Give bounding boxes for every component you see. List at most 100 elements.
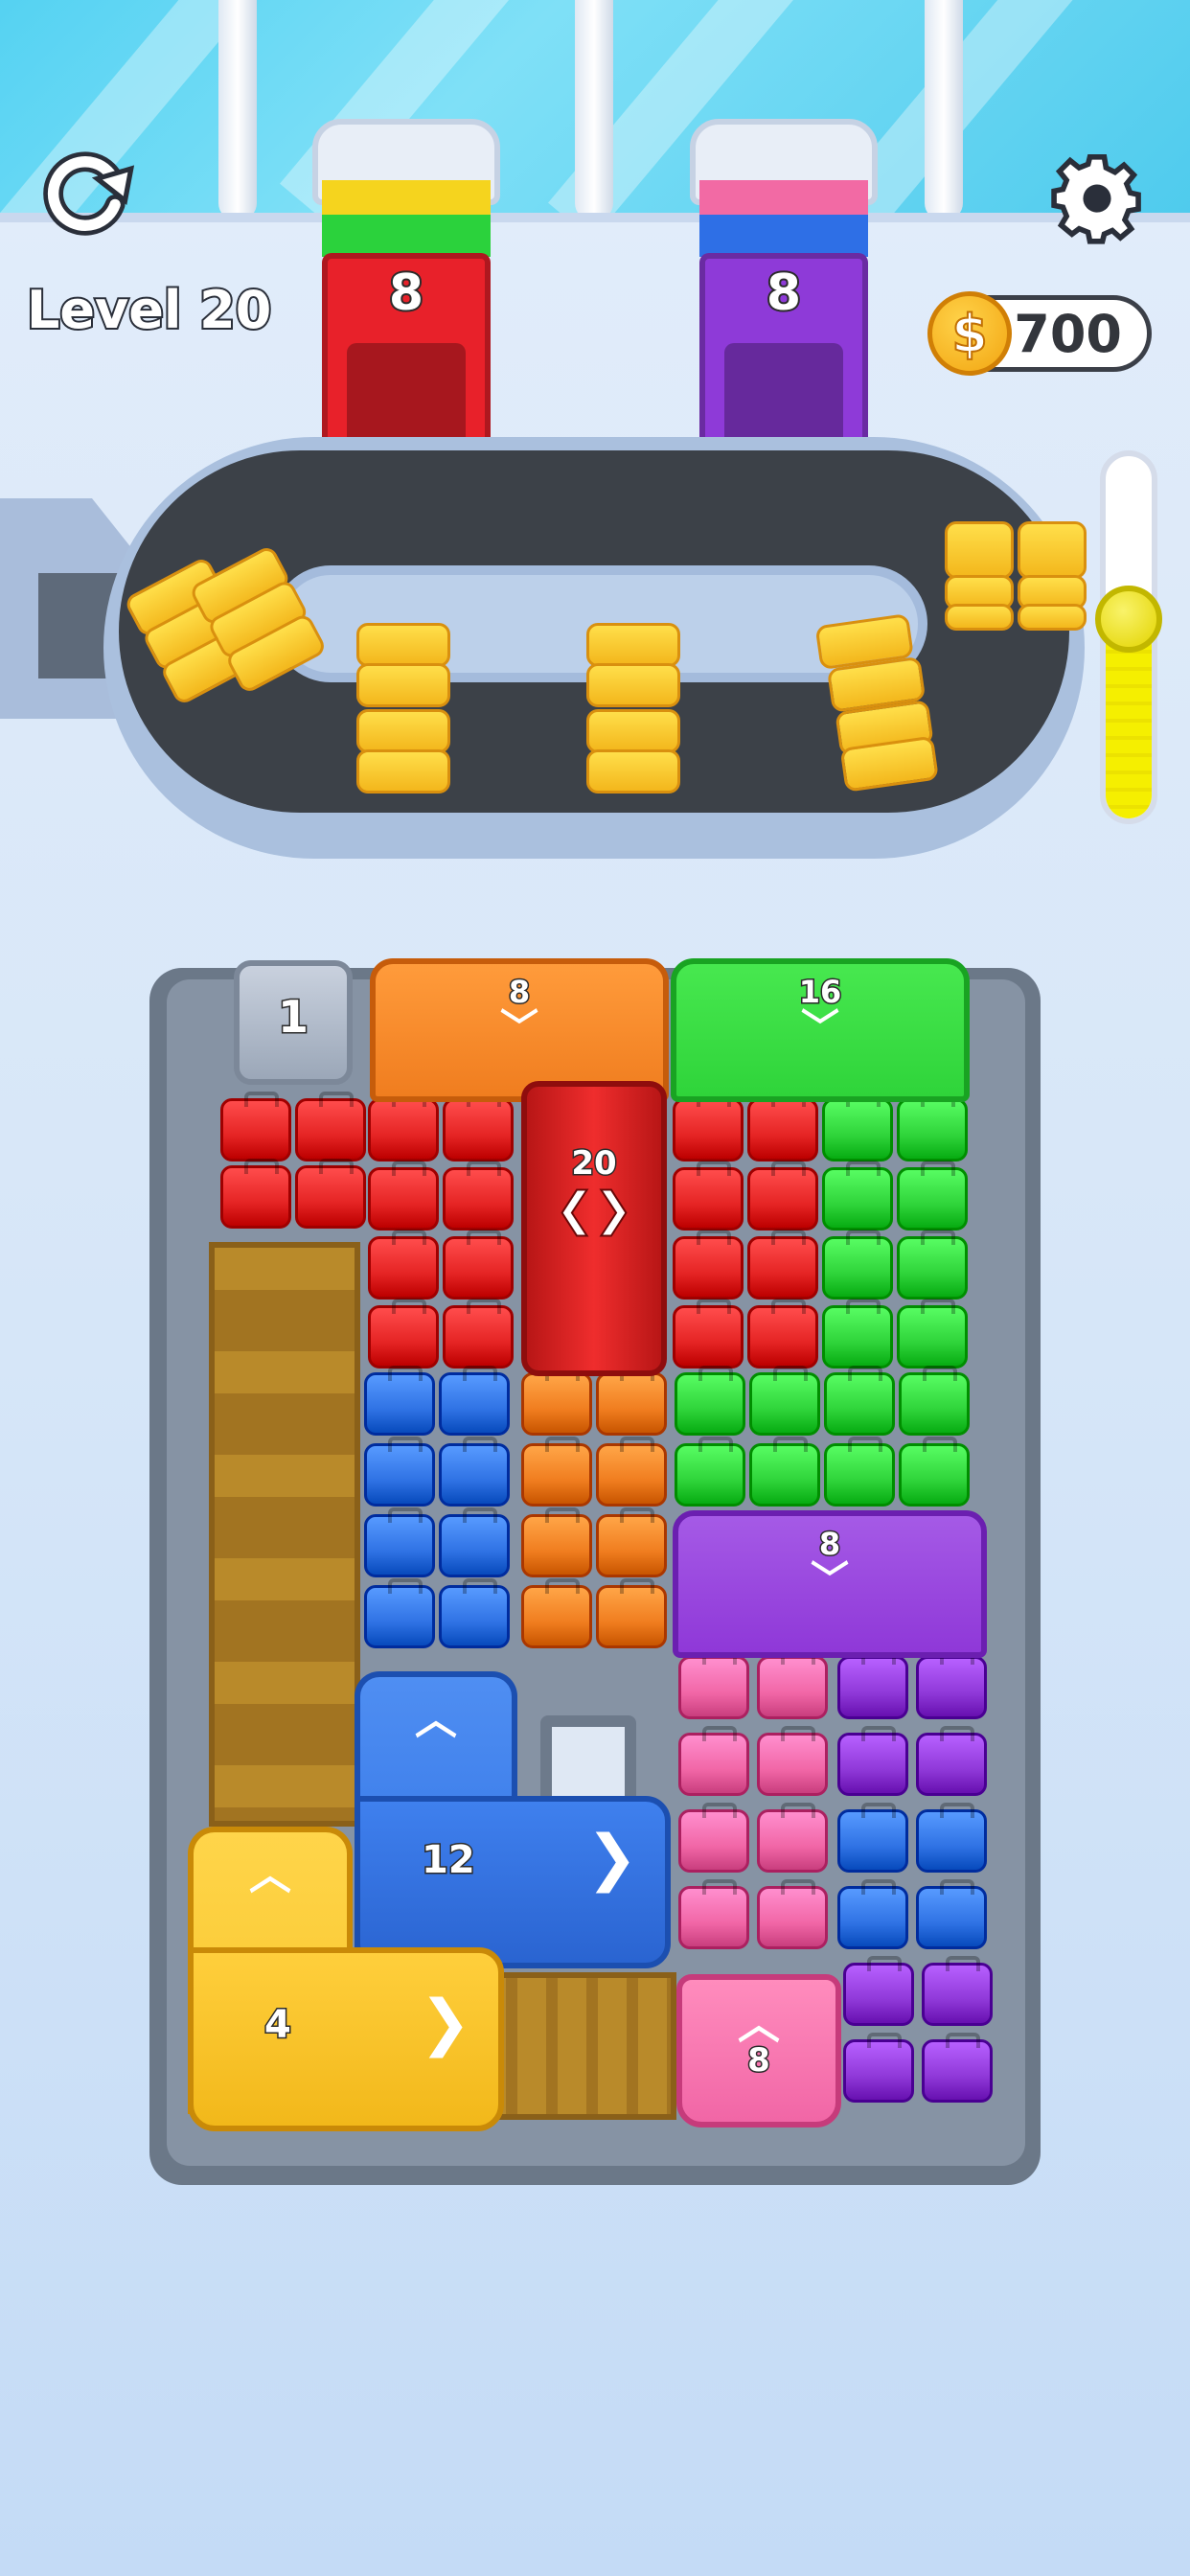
luggage-bag (824, 1437, 895, 1506)
luggage-bag (439, 1578, 510, 1648)
luggage-bag (678, 1649, 749, 1719)
coin-amount: 700 (1014, 303, 1122, 364)
luggage-bag (443, 1230, 514, 1300)
progress-knob (1095, 585, 1162, 653)
red-bus-block[interactable]: 20 ❮❯ (521, 1081, 667, 1376)
luggage-bag (757, 1726, 828, 1796)
dispenser-red: 8 (312, 119, 500, 454)
luggage-bag (521, 1507, 592, 1577)
luggage-bag (443, 1299, 514, 1368)
chevron-up-icon: ︿ (415, 1695, 457, 1744)
dispenser-gate: 8 (322, 253, 491, 454)
yellow-l-block-base[interactable]: 4 ❯ (188, 1947, 504, 2131)
luggage-bag (757, 1879, 828, 1949)
dispenser-count: 8 (765, 263, 803, 324)
luggage-bag (439, 1507, 510, 1577)
luggage-bag (368, 1161, 439, 1230)
luggage-bag (922, 1956, 993, 2026)
luggage-bag (747, 1092, 818, 1162)
luggage-bag (439, 1366, 510, 1436)
level-label: Level 20 (25, 278, 273, 342)
luggage-bag (220, 1092, 291, 1162)
chevron-right-icon: ❯ (420, 1988, 471, 2058)
luggage-bag (368, 1299, 439, 1368)
luggage-bag (596, 1578, 667, 1648)
block-count: 20 (570, 1143, 618, 1184)
luggage-bag (596, 1507, 667, 1577)
chevron-left-right-icon: ❮❯ (555, 1182, 633, 1237)
luggage-bag (916, 1726, 987, 1796)
block-count: 8 (746, 2040, 772, 2082)
luggage-bag (220, 1159, 291, 1229)
luggage-bag (916, 1879, 987, 1949)
purple-gate-block[interactable]: 8 ﹀ (673, 1510, 987, 1658)
blue-l-block-base[interactable]: 12 ❯ (355, 1796, 671, 1968)
luggage-bag (897, 1092, 968, 1162)
luggage-bag (824, 1366, 895, 1436)
luggage-bag (897, 1299, 968, 1368)
luggage-bag (843, 2033, 914, 2103)
dispenser-band (699, 215, 868, 257)
luggage-bag (822, 1161, 893, 1230)
dispenser-gate: 8 (699, 253, 868, 454)
restart-icon (43, 151, 135, 236)
luggage-bag (916, 1803, 987, 1873)
block-count: 12 (421, 1837, 477, 1884)
luggage-bag (837, 1879, 908, 1949)
luggage-bag (364, 1366, 435, 1436)
chevron-right-icon: ❯ (586, 1823, 638, 1894)
luggage-bag (897, 1161, 968, 1230)
luggage-bag (837, 1649, 908, 1719)
luggage-bag (822, 1092, 893, 1162)
luggage-bag (897, 1230, 968, 1300)
luggage-bag (673, 1299, 744, 1368)
wall-edge (0, 213, 1190, 222)
luggage-bag (749, 1366, 820, 1436)
luggage-bag (295, 1092, 366, 1162)
luggage-bag (673, 1092, 744, 1162)
gear-icon (1051, 154, 1141, 244)
luggage-bag (837, 1726, 908, 1796)
restart-button[interactable] (34, 140, 140, 245)
luggage-bag (675, 1366, 745, 1436)
luggage-bag (899, 1437, 970, 1506)
dispenser-band (322, 215, 491, 257)
block-count: 1 (276, 990, 309, 1045)
luggage-bag (368, 1092, 439, 1162)
chevron-down-icon: ﹀ (811, 1558, 849, 1602)
luggage-bag (673, 1161, 744, 1230)
green-gate-block[interactable]: 16 ﹀ (671, 958, 970, 1102)
coin-icon: $ (927, 291, 1012, 376)
chevron-down-icon: ﹀ (500, 1006, 538, 1050)
settings-button[interactable] (1044, 144, 1150, 249)
gray-block[interactable]: 1 (234, 960, 353, 1085)
luggage-bag (757, 1803, 828, 1873)
luggage-bag (596, 1437, 667, 1506)
luggage-bag (747, 1230, 818, 1300)
luggage-bag (675, 1437, 745, 1506)
dispenser-count: 8 (387, 263, 425, 324)
luggage-bag (364, 1507, 435, 1577)
pink-block[interactable]: ︿ 8 (676, 1974, 841, 2128)
luggage-bag (922, 2033, 993, 2103)
window-pillar (575, 0, 613, 220)
chevron-up-icon: ︿ (249, 1851, 291, 1899)
luggage-bag (822, 1299, 893, 1368)
luggage-bag (521, 1578, 592, 1648)
luggage-bag (443, 1092, 514, 1162)
luggage-bag (837, 1803, 908, 1873)
luggage-bag (678, 1879, 749, 1949)
luggage-bag (749, 1437, 820, 1506)
luggage-bag (443, 1161, 514, 1230)
luggage-bag (295, 1159, 366, 1229)
luggage-bag (596, 1366, 667, 1436)
luggage-bag (843, 1956, 914, 2026)
luggage-bag (678, 1726, 749, 1796)
luggage-bag (899, 1366, 970, 1436)
luggage-bag (757, 1649, 828, 1719)
dispenser-purple: 8 (690, 119, 878, 454)
luggage-bag (747, 1161, 818, 1230)
block-count: 4 (263, 2002, 293, 2049)
luggage-bag (747, 1299, 818, 1368)
window-pillar (925, 0, 963, 220)
